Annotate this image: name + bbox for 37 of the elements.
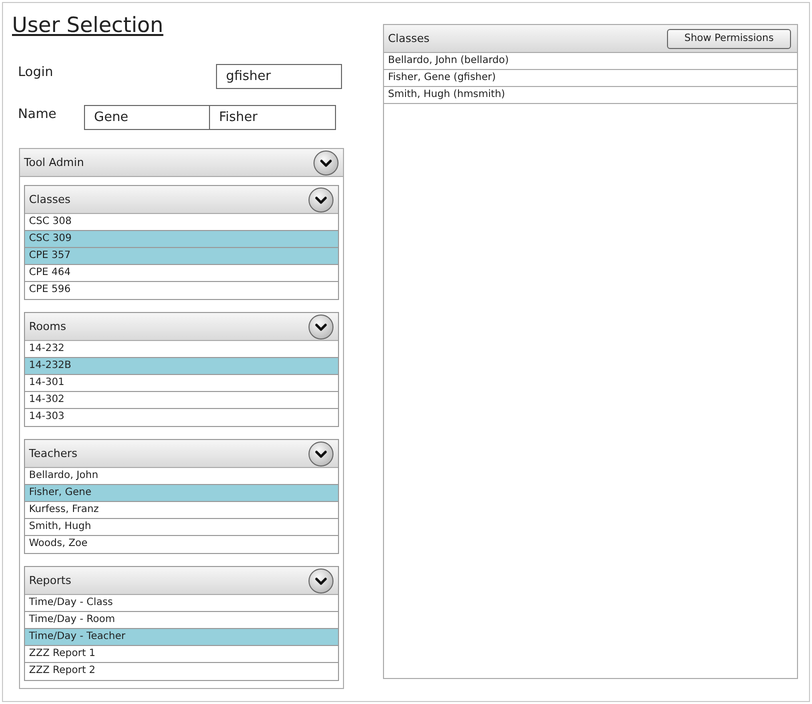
expand-icon[interactable] — [308, 568, 334, 594]
section-title: Teachers — [29, 447, 78, 460]
list-item[interactable]: Kurfess, Franz — [25, 502, 338, 519]
expand-icon[interactable] — [313, 150, 339, 176]
list-item[interactable]: 14-232B — [25, 358, 338, 375]
list-item[interactable]: Time/Day - Room — [25, 612, 338, 629]
login-label: Login — [17, 65, 54, 80]
list-item[interactable]: CPE 464 — [25, 265, 338, 282]
list-item[interactable]: Time/Day - Class — [25, 595, 338, 612]
list-item[interactable]: Fisher, Gene — [25, 485, 338, 502]
list-item[interactable]: Bellardo, John — [25, 468, 338, 485]
list-item[interactable]: ZZZ Report 1 — [25, 646, 338, 663]
expand-icon[interactable] — [308, 314, 334, 340]
section-title: Rooms — [29, 320, 66, 333]
list-item[interactable]: CSC 308 — [25, 214, 338, 231]
list-item[interactable]: Time/Day - Teacher — [25, 629, 338, 646]
section-title: Classes — [29, 193, 70, 206]
expand-icon[interactable] — [308, 186, 334, 212]
list-item[interactable]: CPE 357 — [25, 248, 338, 265]
login-field[interactable]: gfisher — [216, 64, 342, 89]
list-item[interactable]: Smith, Hugh (hmsmith) — [384, 87, 797, 104]
page-title: User Selection — [12, 12, 164, 39]
list-item[interactable]: 14-232 — [25, 341, 338, 358]
name-label: Name — [17, 107, 58, 122]
show-permissions-button[interactable]: Show Permissions — [667, 28, 791, 48]
list-item[interactable]: CSC 309 — [25, 231, 338, 248]
list-item[interactable]: Fisher, Gene (gfisher) — [384, 70, 797, 87]
expand-icon[interactable] — [308, 440, 334, 466]
list-item[interactable]: 14-302 — [25, 392, 338, 409]
section-title: Reports — [29, 574, 72, 587]
list-item[interactable]: Bellardo, John (bellardo) — [384, 53, 797, 70]
last-name-field[interactable]: Fisher — [210, 105, 336, 130]
list-item[interactable]: Smith, Hugh — [25, 519, 338, 536]
panel-title: Tool Admin — [24, 156, 84, 169]
list-item[interactable]: 14-301 — [25, 375, 338, 392]
first-name-field[interactable]: Gene — [84, 105, 210, 130]
panel-title: Classes — [388, 32, 430, 45]
